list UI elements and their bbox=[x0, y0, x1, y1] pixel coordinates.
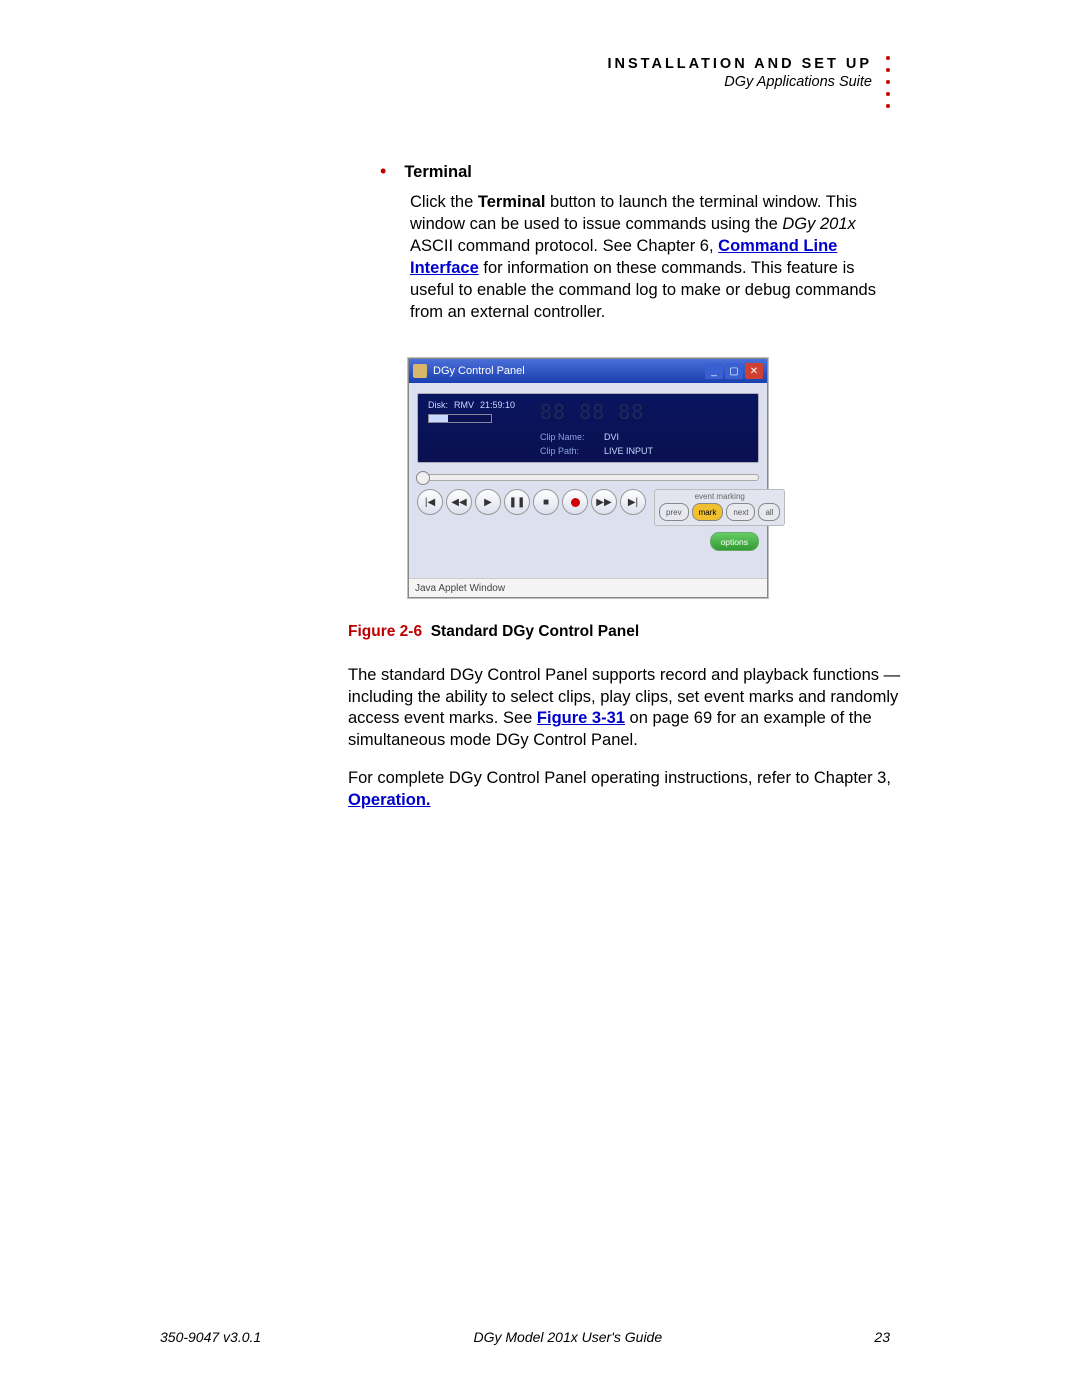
transport-controls: |◀ ◀◀ ▶ ❚❚ ■ ▶▶ ▶| bbox=[417, 489, 646, 526]
disk-usage-bar bbox=[428, 414, 492, 423]
goto-end-button[interactable]: ▶| bbox=[620, 489, 646, 515]
mark-button[interactable]: mark bbox=[692, 503, 724, 521]
section-terminal: • Terminal Click the Terminal button to … bbox=[380, 162, 890, 338]
disk-time: 21:59:10 bbox=[480, 400, 515, 410]
link-figure-3-31[interactable]: Figure 3-31 bbox=[537, 709, 625, 727]
terminal-paragraph: Click the Terminal button to launch the … bbox=[410, 192, 890, 324]
link-operation[interactable]: Operation. bbox=[348, 791, 431, 809]
header-dots bbox=[886, 56, 890, 108]
playback-slider[interactable] bbox=[417, 474, 759, 481]
disk-mode: RMV bbox=[454, 400, 474, 410]
next-button[interactable]: next bbox=[726, 503, 755, 521]
play-button[interactable]: ▶ bbox=[475, 489, 501, 515]
clip-path-label: Clip Path: bbox=[540, 446, 598, 456]
clip-path-value: LIVE INPUT bbox=[604, 446, 653, 456]
figure-control-panel: DGy Control Panel _ ▢ ✕ Disk: RMV 21:59:… bbox=[408, 358, 768, 598]
footer-center: DGy Model 201x User's Guide bbox=[473, 1329, 662, 1345]
header-title: INSTALLATION AND SET UP bbox=[608, 56, 872, 72]
clip-name-value: DVI bbox=[604, 432, 619, 442]
timecode-display: 88 88 88 bbox=[540, 400, 748, 424]
app-icon bbox=[413, 364, 427, 378]
bullet-icon: • bbox=[380, 162, 386, 180]
body-content: Figure 2-6 Standard DGy Control Panel Th… bbox=[348, 610, 903, 828]
prev-button[interactable]: prev bbox=[659, 503, 689, 521]
disk-label: Disk: bbox=[428, 400, 448, 410]
applet-status-bar: Java Applet Window bbox=[409, 578, 767, 597]
bullet-title: Terminal bbox=[404, 162, 472, 184]
window-titlebar: DGy Control Panel _ ▢ ✕ bbox=[409, 359, 767, 383]
fast-forward-button[interactable]: ▶▶ bbox=[591, 489, 617, 515]
maximize-button[interactable]: ▢ bbox=[725, 363, 743, 379]
display-panel: Disk: RMV 21:59:10 88 88 88 Clip Name: DV… bbox=[417, 393, 759, 463]
close-button[interactable]: ✕ bbox=[745, 363, 763, 379]
body-paragraph-1: The standard DGy Control Panel supports … bbox=[348, 665, 903, 753]
slider-thumb[interactable] bbox=[416, 471, 430, 485]
rewind-button[interactable]: ◀◀ bbox=[446, 489, 472, 515]
body-paragraph-2: For complete DGy Control Panel operating… bbox=[348, 768, 903, 812]
stop-button[interactable]: ■ bbox=[533, 489, 559, 515]
minimize-button[interactable]: _ bbox=[705, 363, 723, 379]
window-title: DGy Control Panel bbox=[433, 365, 705, 377]
all-button[interactable]: all bbox=[758, 503, 780, 521]
footer-right: 23 bbox=[874, 1329, 890, 1345]
figure-caption: Figure 2-6 Standard DGy Control Panel bbox=[348, 622, 903, 643]
footer-left: 350-9047 v3.0.1 bbox=[160, 1329, 261, 1345]
header-subtitle: DGy Applications Suite bbox=[608, 74, 872, 90]
pause-button[interactable]: ❚❚ bbox=[504, 489, 530, 515]
event-marking-box: event marking prev mark next all bbox=[654, 489, 785, 526]
options-button[interactable]: options bbox=[710, 532, 759, 551]
figure-caption-text: Standard DGy Control Panel bbox=[431, 623, 639, 640]
page-footer: 350-9047 v3.0.1 DGy Model 201x User's Gu… bbox=[160, 1329, 890, 1345]
clip-name-label: Clip Name: bbox=[540, 432, 598, 442]
figure-label: Figure 2-6 bbox=[348, 623, 422, 640]
event-marking-label: event marking bbox=[659, 492, 780, 501]
record-button[interactable] bbox=[562, 489, 588, 515]
page-header: INSTALLATION AND SET UP DGy Applications… bbox=[608, 56, 872, 90]
goto-start-button[interactable]: |◀ bbox=[417, 489, 443, 515]
